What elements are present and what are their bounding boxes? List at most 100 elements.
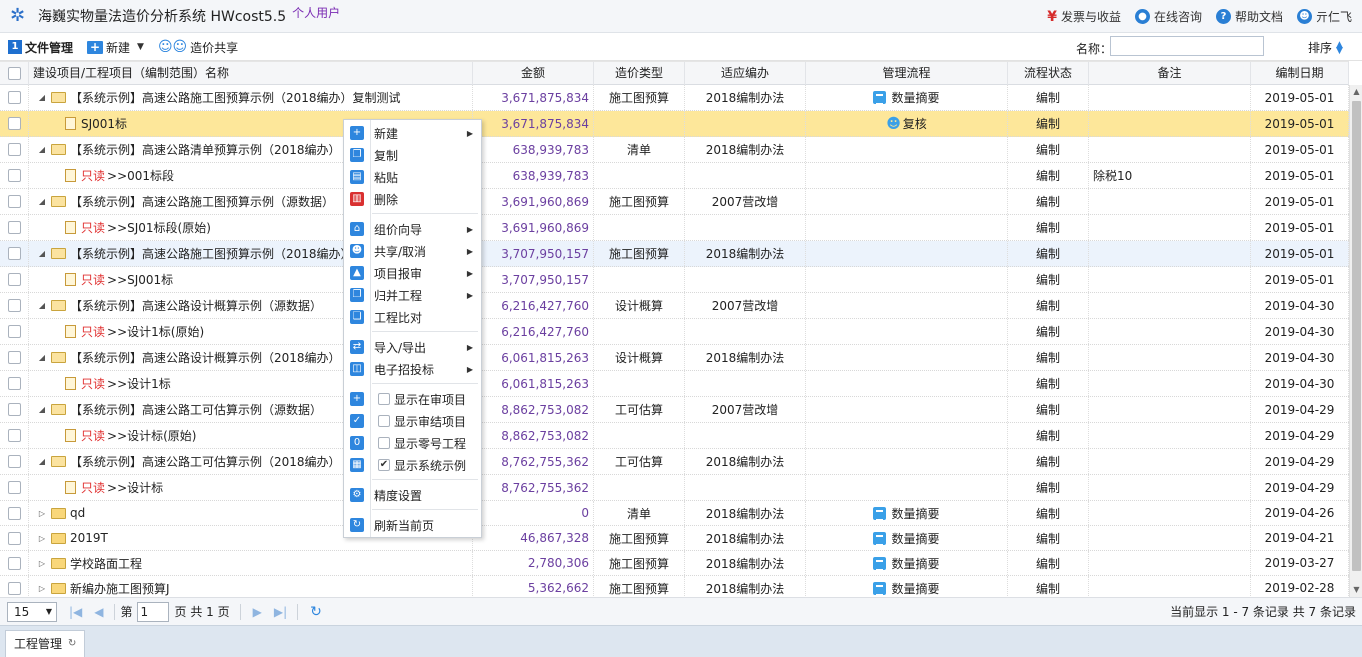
- menu-item-2[interactable]: ❐ 复制: [344, 144, 481, 166]
- collapse-toggle-icon[interactable]: ◢: [37, 93, 47, 102]
- cell-flow[interactable]: [806, 163, 1008, 188]
- cell-flow[interactable]: [806, 345, 1008, 370]
- cell-flow[interactable]: 数量摘要: [806, 551, 1008, 575]
- tab-project-management[interactable]: 工程管理 ↻: [5, 630, 86, 657]
- cell-flow[interactable]: [806, 397, 1008, 422]
- collapse-toggle-icon[interactable]: ◢: [37, 457, 47, 466]
- table-row[interactable]: SJ001标 3,671,875,834 ☻ 复核 编制 2019-05-01: [0, 111, 1349, 137]
- row-checkbox[interactable]: [7, 299, 21, 312]
- menu-checkbox[interactable]: [378, 415, 390, 427]
- file-management-button[interactable]: 1 文件管理: [8, 39, 73, 56]
- table-row[interactable]: ◢ 【系统示例】高速公路清单预算示例（2018编办） 638,939,783 清单 20…: [0, 137, 1349, 163]
- table-row[interactable]: ▷ qd 0 清单 2018编制办法 数量摘要 编制 2019-04-26: [0, 501, 1349, 526]
- collapse-toggle-icon[interactable]: ◢: [37, 405, 47, 414]
- table-row[interactable]: ▷ 学校路面工程 2,780,306 施工图预算 2018编制办法 数量摘要 编制 2019-…: [0, 551, 1349, 576]
- table-row[interactable]: ◢ 【系统示例】高速公路工可估算示例（2018编办） 8,762,755,362 工可…: [0, 449, 1349, 475]
- col-flow-header[interactable]: 管理流程: [806, 62, 1008, 85]
- col-standard-header[interactable]: 适应编办: [685, 62, 806, 85]
- row-checkbox[interactable]: [7, 195, 21, 208]
- select-all-checkbox[interactable]: [7, 67, 21, 80]
- cell-name[interactable]: ▷ 学校路面工程: [29, 551, 473, 575]
- row-checkbox[interactable]: [7, 429, 21, 442]
- row-checkbox[interactable]: [7, 377, 21, 390]
- expand-toggle-icon[interactable]: ▷: [37, 584, 47, 593]
- row-checkbox[interactable]: [7, 221, 21, 234]
- col-date-header[interactable]: 编制日期: [1251, 62, 1349, 85]
- expand-toggle-icon[interactable]: ▷: [37, 509, 47, 518]
- table-row[interactable]: 只读 >>设计1标 6,061,815,263 编制 2019-04-30: [0, 371, 1349, 397]
- table-row[interactable]: 只读 >>设计1标(原始) 6,216,427,760 编制 2019-04-30: [0, 319, 1349, 345]
- cell-flow[interactable]: [806, 215, 1008, 240]
- help-docs-link[interactable]: ? 帮助文档: [1215, 8, 1283, 25]
- cell-name[interactable]: ▷ 新编办施工图预算J: [29, 576, 473, 597]
- menu-item-1[interactable]: + 新建 ▶: [344, 122, 481, 144]
- collapse-toggle-icon[interactable]: ◢: [37, 249, 47, 258]
- scroll-thumb[interactable]: [1352, 101, 1361, 571]
- table-row[interactable]: 只读 >>001标段 638,939,783 编制 除税10 2019-05-01: [0, 163, 1349, 189]
- collapse-toggle-icon[interactable]: ◢: [37, 301, 47, 310]
- invoice-link[interactable]: ¥ 发票与收益: [1047, 8, 1121, 25]
- vertical-scrollbar[interactable]: ▲ ▼: [1349, 85, 1362, 597]
- menu-item-9[interactable]: ❏ 工程比对: [344, 306, 481, 328]
- menu-item-13[interactable]: ✓ 显示审结项目: [344, 410, 481, 432]
- table-row[interactable]: ◢ 【系统示例】高速公路施工图预算示例（源数据） 3,691,960,869 施工图预…: [0, 189, 1349, 215]
- cell-flow[interactable]: 数量摘要: [806, 501, 1008, 525]
- cell-flow[interactable]: [806, 423, 1008, 448]
- col-type-header[interactable]: 造价类型: [594, 62, 685, 85]
- menu-item-5[interactable]: ⌂ 组价向导 ▶: [344, 218, 481, 240]
- row-checkbox[interactable]: [7, 531, 21, 545]
- table-row[interactable]: ◢ 【系统示例】高速公路施工图预算示例（2018编办） 3,707,950,157 施…: [0, 241, 1349, 267]
- cell-flow[interactable]: [806, 319, 1008, 344]
- scroll-up-icon[interactable]: ▲: [1352, 86, 1361, 98]
- cell-flow[interactable]: [806, 189, 1008, 214]
- menu-item-14[interactable]: 0 显示零号工程: [344, 432, 481, 454]
- cell-flow[interactable]: [806, 293, 1008, 318]
- row-checkbox[interactable]: [7, 247, 21, 260]
- expand-toggle-icon[interactable]: ▷: [37, 559, 47, 568]
- cell-flow[interactable]: [806, 267, 1008, 292]
- col-amount-header[interactable]: 金额: [473, 62, 594, 85]
- menu-item-8[interactable]: ❐ 归并工程 ▶: [344, 284, 481, 306]
- menu-item-12[interactable]: + 显示在审项目: [344, 388, 481, 410]
- table-row[interactable]: ◢ 【系统示例】高速公路施工图预算示例（2018编办）复制测试 3,671,875,…: [0, 85, 1349, 111]
- table-row[interactable]: 只读 >>SJ001标 3,707,950,157 编制 2019-05-01: [0, 267, 1349, 293]
- row-checkbox[interactable]: [7, 117, 21, 130]
- next-page-icon[interactable]: ▶: [253, 605, 262, 619]
- row-checkbox[interactable]: [7, 581, 21, 595]
- cell-flow[interactable]: [806, 449, 1008, 474]
- row-checkbox[interactable]: [7, 91, 21, 104]
- menu-item-3[interactable]: ▤ 粘贴: [344, 166, 481, 188]
- row-checkbox[interactable]: [7, 325, 21, 338]
- new-dropdown-button[interactable]: + 新建 ▼: [87, 39, 144, 56]
- row-checkbox[interactable]: [7, 455, 21, 468]
- expand-toggle-icon[interactable]: ▷: [37, 534, 47, 543]
- collapse-toggle-icon[interactable]: ◢: [37, 145, 47, 154]
- sort-button[interactable]: 排序 ▲ ▼: [1308, 39, 1343, 56]
- cell-flow[interactable]: [806, 371, 1008, 396]
- menu-checkbox[interactable]: [378, 437, 390, 449]
- refresh-icon[interactable]: ↻: [310, 604, 322, 620]
- row-checkbox[interactable]: [7, 143, 21, 156]
- table-row[interactable]: ◢ 【系统示例】高速公路工可估算示例（源数据） 8,862,753,082 工可估算 2…: [0, 397, 1349, 423]
- menu-item-16[interactable]: ⚙ 精度设置: [344, 484, 481, 506]
- collapse-toggle-icon[interactable]: ◢: [37, 353, 47, 362]
- row-checkbox[interactable]: [7, 273, 21, 286]
- menu-item-11[interactable]: ◫ 电子招投标 ▶: [344, 358, 481, 380]
- menu-item-6[interactable]: ☻ 共享/取消 ▶: [344, 240, 481, 262]
- row-checkbox[interactable]: [7, 556, 21, 570]
- tab-refresh-icon[interactable]: ↻: [68, 631, 76, 657]
- menu-item-4[interactable]: ▥ 删除: [344, 188, 481, 210]
- cell-flow[interactable]: ☻ 复核: [806, 111, 1008, 136]
- table-row[interactable]: 只读 >>设计标 8,762,755,362 编制 2019-04-29: [0, 475, 1349, 501]
- table-row[interactable]: ▷ 新编办施工图预算J 5,362,662 施工图预算 2018编制办法 数量摘要 编制 20…: [0, 576, 1349, 597]
- table-row[interactable]: 只读 >>设计标(原始) 8,862,753,082 编制 2019-04-29: [0, 423, 1349, 449]
- page-number-input[interactable]: 1: [136, 601, 169, 622]
- cell-flow[interactable]: [806, 241, 1008, 266]
- user-type-badge[interactable]: 个人用户: [292, 4, 340, 21]
- prev-page-icon[interactable]: ◀: [94, 605, 103, 619]
- cell-flow[interactable]: 数量摘要: [806, 85, 1008, 110]
- menu-item-15[interactable]: ▦ ✔ 显示系统示例: [344, 454, 481, 476]
- table-row[interactable]: ◢ 【系统示例】高速公路设计概算示例（2018编办） 6,061,815,263 设计…: [0, 345, 1349, 371]
- table-row[interactable]: ▷ 2019T 46,867,328 施工图预算 2018编制办法 数量摘要 编制 2019-…: [0, 526, 1349, 551]
- cost-share-button[interactable]: ☺☺ 造价共享: [158, 39, 238, 56]
